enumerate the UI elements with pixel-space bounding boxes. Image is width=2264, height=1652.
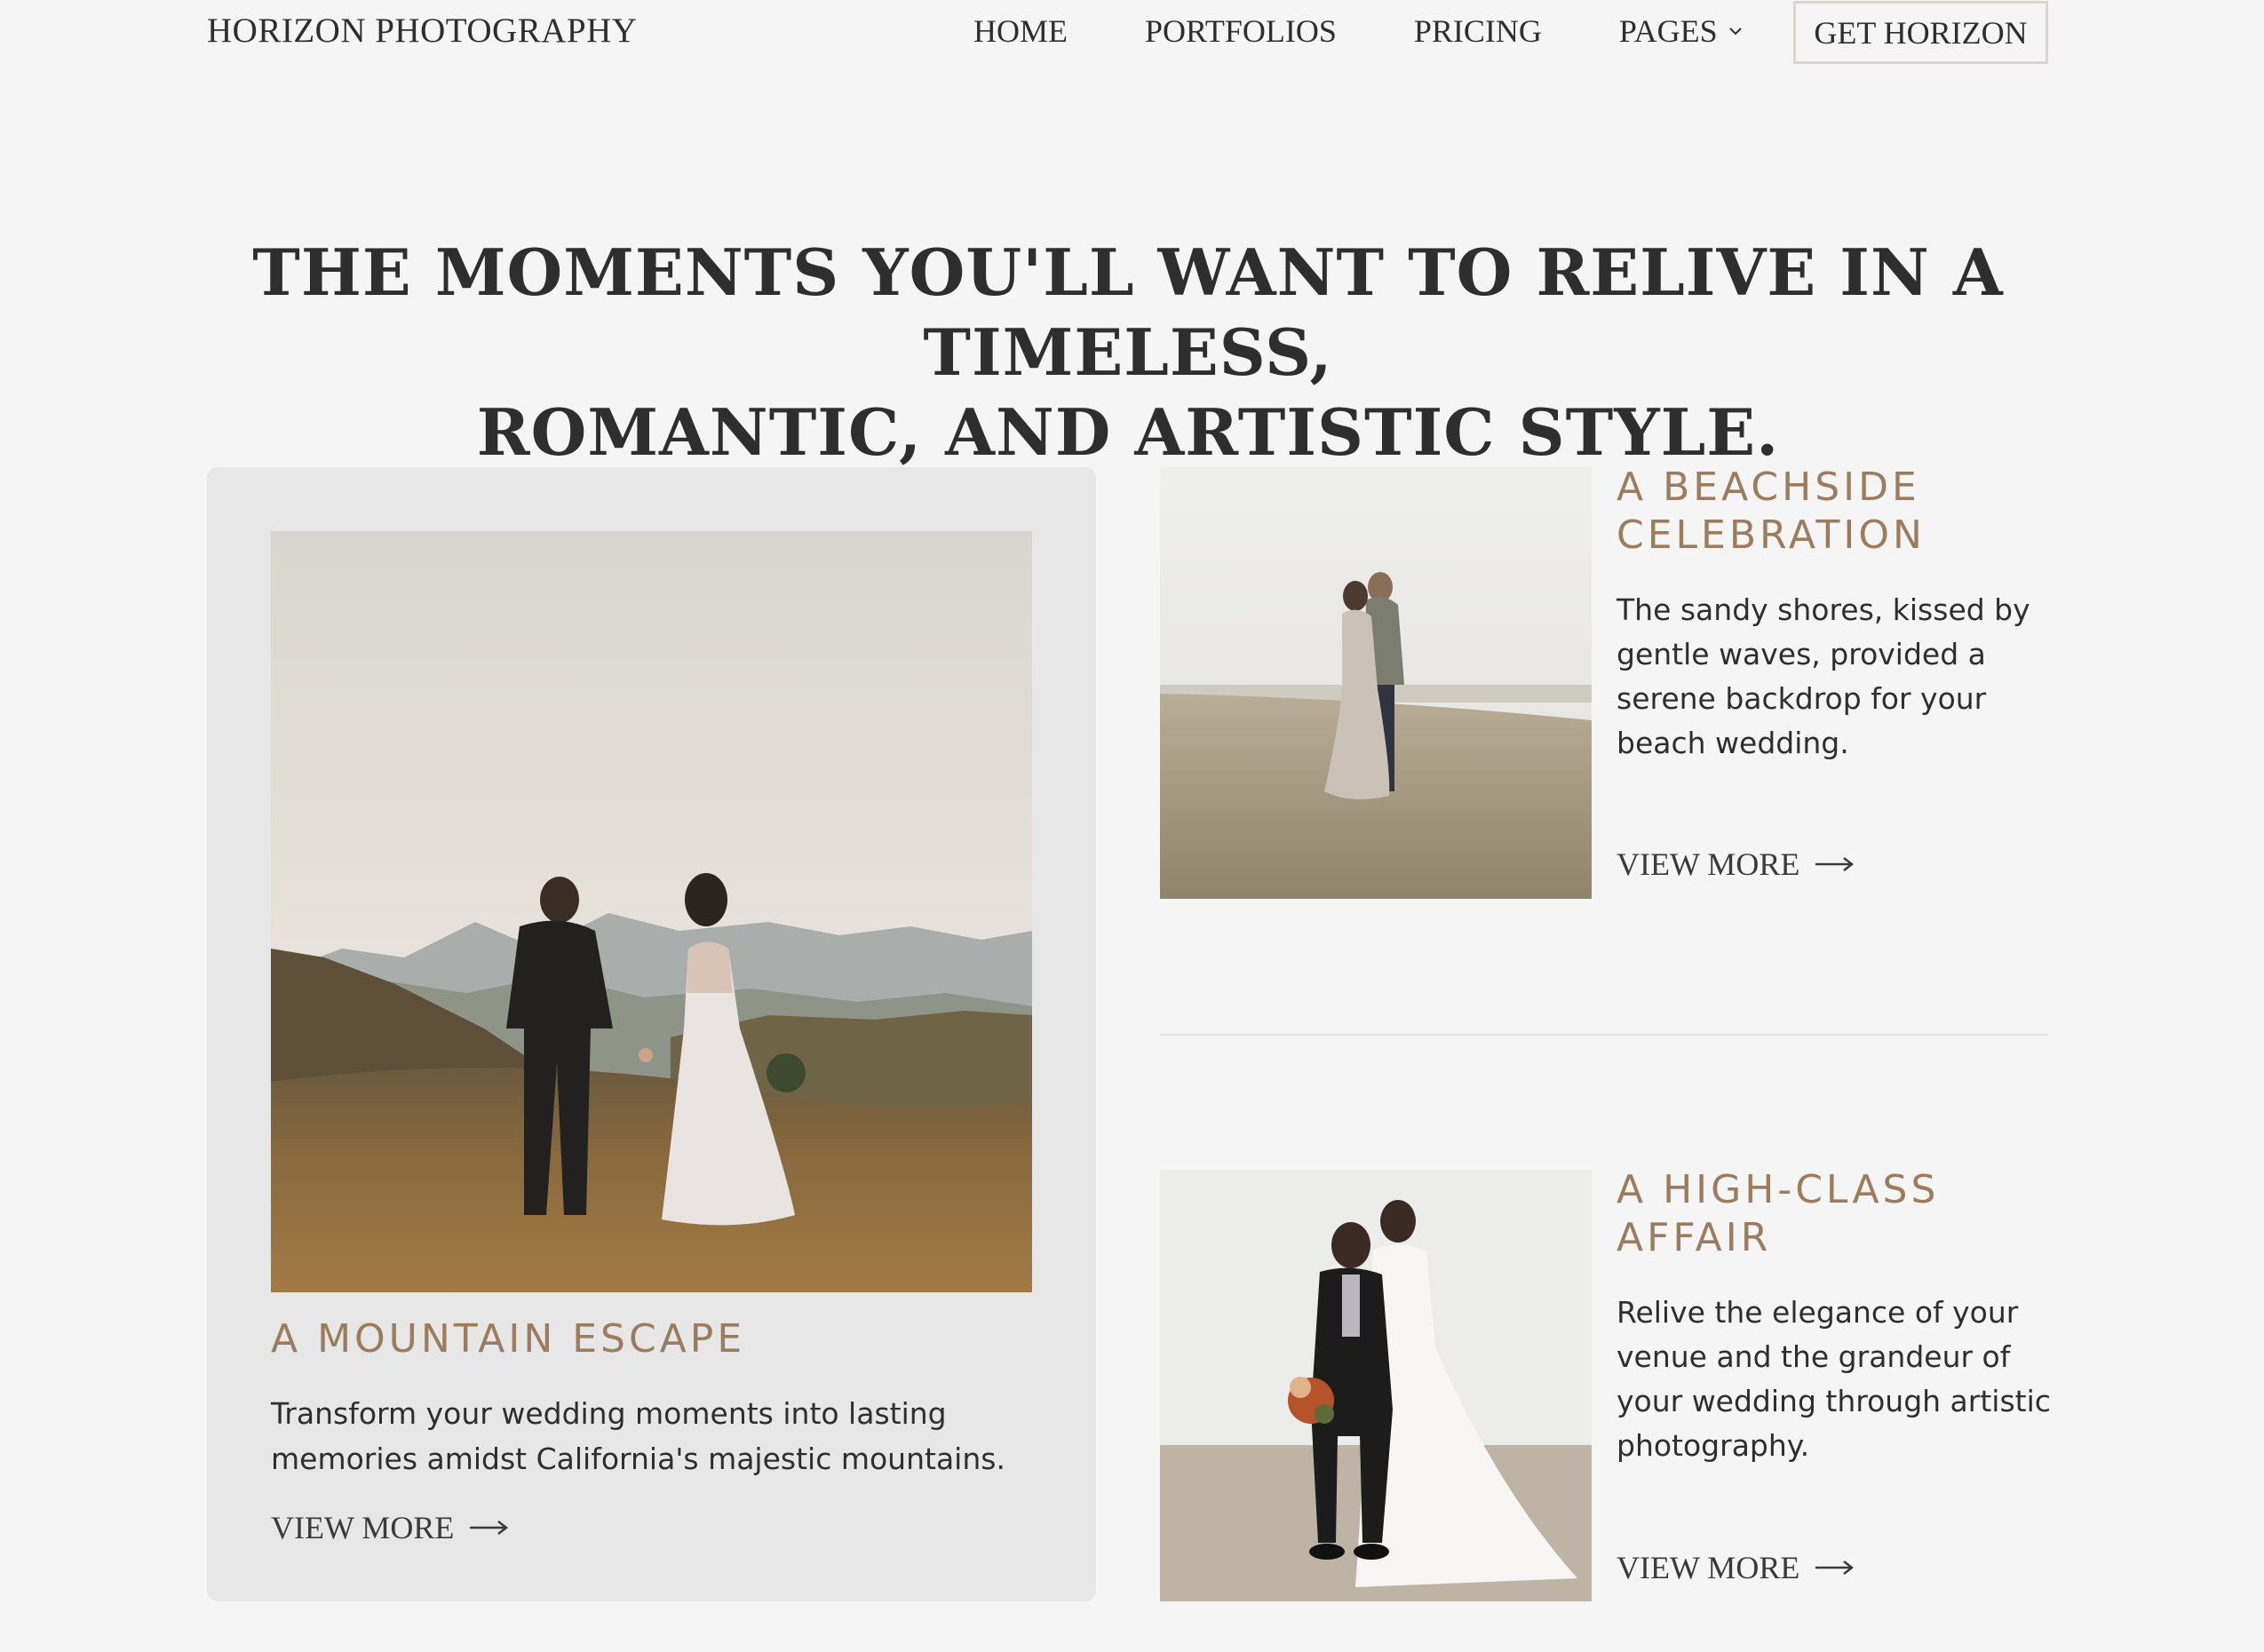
featured-story-description: Transform your wedding moments into last… xyxy=(271,1396,1005,1476)
main-menu: HOME PORTFOLIOS PRICING PAGES xyxy=(973,12,1822,50)
arrow-right-icon xyxy=(1815,1561,1855,1575)
featured-view-more-link[interactable]: VIEW MORE xyxy=(271,1509,509,1546)
view-more-label: VIEW MORE xyxy=(271,1510,455,1545)
mountain-couple-photo[interactable] xyxy=(271,531,1032,1292)
view-more-label: VIEW MORE xyxy=(1617,846,1800,882)
nav-item-pages-label: PAGES xyxy=(1618,13,1718,49)
highclass-view-more-link[interactable]: VIEW MORE xyxy=(1617,1549,1855,1586)
nav-item-home[interactable]: HOME xyxy=(973,12,1068,50)
story-divider xyxy=(1160,1034,2048,1036)
highclass-story-title: A HIGH-CLASS AFFAIR xyxy=(1617,1167,1940,1260)
featured-story-title: A MOUNTAIN ESCAPE xyxy=(271,1316,746,1362)
featured-story-card[interactable]: A MOUNTAIN ESCAPE Transform your wedding… xyxy=(207,467,1096,1601)
headline-line-2: ROMANTIC, AND ARTISTIC STYLE. xyxy=(476,394,1780,470)
beach-story-description: The sandy shores, kissed by gentle waves… xyxy=(1617,592,2030,760)
beach-story-title: A BEACHSIDE CELEBRATION xyxy=(1617,465,1926,558)
arrow-right-icon xyxy=(1815,857,1855,871)
get-horizon-button[interactable]: GET HORIZON xyxy=(1793,1,2048,64)
view-more-label: VIEW MORE xyxy=(1617,1550,1800,1585)
nav-item-pricing[interactable]: PRICING xyxy=(1414,12,1542,50)
page-headline: THE MOMENTS YOU'LL WANT TO RELIVE IN A T… xyxy=(204,233,2052,473)
top-navigation: HORIZON PHOTOGRAPHY HOME PORTFOLIOS PRIC… xyxy=(0,0,2264,71)
beach-view-more-link[interactable]: VIEW MORE xyxy=(1617,846,1855,883)
nav-item-pages[interactable]: PAGES xyxy=(1619,12,1744,50)
studio-couple-photo[interactable] xyxy=(1160,1170,1592,1601)
chevron-down-icon xyxy=(1728,28,1742,36)
site-logo[interactable]: HORIZON PHOTOGRAPHY xyxy=(207,11,637,51)
arrow-right-icon xyxy=(470,1521,509,1535)
highclass-story-description: Relive the elegance of your venue and th… xyxy=(1617,1295,2051,1463)
headline-line-1: THE MOMENTS YOU'LL WANT TO RELIVE IN A T… xyxy=(252,234,2004,390)
beach-couple-photo[interactable] xyxy=(1160,467,1592,899)
nav-item-portfolios[interactable]: PORTFOLIOS xyxy=(1145,12,1337,50)
